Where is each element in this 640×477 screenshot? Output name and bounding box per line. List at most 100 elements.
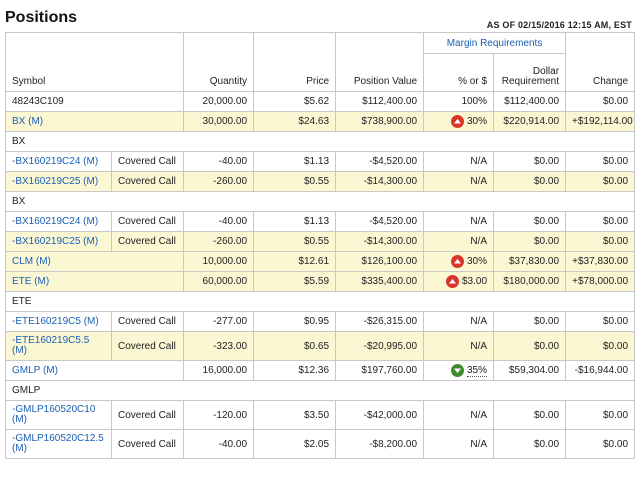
change-cell: -$16,944.00	[565, 360, 636, 381]
symbol-link[interactable]: -ETE160219C5.5 (M)	[12, 335, 89, 356]
arrow-down-icon	[451, 364, 464, 377]
table-row: GMLP (M) 16,000.00 $12.36 $197,760.00 35% $59…	[4, 360, 636, 381]
symbol-cell: GMLP (M)	[4, 360, 185, 381]
table-row: -GMLP160520C10 (M) Covered Call -120.00 $3.…	[5, 400, 636, 430]
position-value-cell: $112,400.00	[335, 91, 425, 112]
group-label: ETE	[4, 291, 636, 312]
price-cell: $0.55	[253, 231, 337, 252]
margin-pct-cell: N/A	[423, 231, 495, 252]
symbol-link[interactable]: -BX160219C25 (M)	[12, 176, 98, 187]
group-header-row: BX	[4, 131, 636, 152]
option-type: Covered Call	[110, 151, 185, 172]
table-row: CLM (M) 10,000.00 $12.61 $126,100.00 30% $37,…	[4, 251, 636, 272]
change-cell: $0.00	[565, 311, 636, 332]
quantity-cell: 16,000.00	[183, 360, 255, 381]
quantity-cell: 10,000.00	[183, 251, 255, 272]
margin-change-indicator[interactable]: 30%	[451, 115, 487, 128]
quantity-cell: -120.00	[183, 400, 255, 430]
col-position-value[interactable]: Position Value	[335, 32, 425, 92]
symbol-text: 48243C109	[12, 96, 64, 107]
symbol-cell: -BX160219C25 (M)	[5, 171, 112, 192]
change-cell: $0.00	[565, 331, 636, 361]
dollar-requirement-cell: $0.00	[493, 231, 567, 252]
col-quantity[interactable]: Quantity	[183, 32, 255, 92]
quantity-cell: -40.00	[183, 211, 255, 232]
margin-pct-cell: 30%	[423, 111, 495, 132]
quantity-cell: -260.00	[183, 231, 255, 252]
dollar-requirement-cell: $180,000.00	[493, 271, 567, 292]
price-cell: $1.13	[253, 211, 337, 232]
margin-requirements-link[interactable]: Margin Requirements	[423, 32, 567, 54]
price-cell: $0.55	[253, 171, 337, 192]
dollar-requirement-cell: $112,400.00	[493, 91, 567, 112]
margin-change-indicator[interactable]: 30%	[451, 255, 487, 268]
symbol-link[interactable]: -GMLP160520C10 (M)	[12, 404, 95, 425]
symbol-cell: -BX160219C24 (M)	[5, 151, 112, 172]
quantity-cell: -40.00	[183, 429, 255, 459]
margin-pct-cell: N/A	[423, 151, 495, 172]
col-dollar-requirement[interactable]: Dollar Requirement	[493, 53, 567, 92]
arrow-up-icon	[445, 275, 459, 288]
margin-pct-value: 30%	[467, 256, 488, 267]
margin-pct-cell: 30%	[423, 251, 495, 272]
position-value-cell: -$8,200.00	[335, 429, 425, 459]
dollar-requirement-cell: $220,914.00	[493, 111, 567, 132]
change-cell: $0.00	[565, 429, 636, 459]
group-label: BX	[4, 191, 636, 212]
group-header-row: BX	[4, 191, 636, 212]
margin-pct-cell: N/A	[423, 211, 495, 232]
symbol-link[interactable]: GMLP (M)	[12, 365, 58, 376]
position-value-cell: -$20,995.00	[335, 331, 425, 361]
option-type: Covered Call	[110, 311, 185, 332]
symbol-cell: ETE (M)	[4, 271, 185, 292]
position-value-cell: -$4,520.00	[335, 151, 425, 172]
col-price[interactable]: Price	[253, 32, 337, 92]
symbol-link[interactable]: -ETE160219C5 (M)	[12, 316, 99, 327]
arrow-up-icon	[451, 115, 464, 128]
table-row: 48243C109 20,000.00 $5.62 $112,400.00 100% $1…	[4, 91, 636, 112]
group-label: GMLP	[4, 380, 636, 401]
margin-change-indicator[interactable]: $3.00	[445, 275, 488, 288]
option-type: Covered Call	[110, 400, 185, 430]
margin-pct-value: $3.00	[461, 276, 488, 287]
symbol-cell: -GMLP160520C12.5 (M)	[5, 429, 112, 459]
table-row: -BX160219C25 (M) Covered Call -260.00 $0.55…	[5, 171, 636, 192]
margin-pct-cell: N/A	[423, 171, 495, 192]
margin-pct-cell: N/A	[423, 429, 495, 459]
quantity-cell: -40.00	[183, 151, 255, 172]
col-symbol[interactable]: Symbol	[4, 32, 185, 92]
change-cell: $0.00	[565, 151, 636, 172]
change-cell: +$78,000.00	[565, 271, 636, 292]
option-type: Covered Call	[110, 211, 185, 232]
position-value-cell: $335,400.00	[335, 271, 425, 292]
position-value-cell: $197,760.00	[335, 360, 425, 381]
col-pct-or-dollar[interactable]: % or $	[423, 53, 495, 92]
symbol-link[interactable]: -BX160219C24 (M)	[12, 156, 98, 167]
price-cell: $5.62	[253, 91, 337, 112]
symbol-link[interactable]: -BX160219C25 (M)	[12, 236, 98, 247]
col-change[interactable]: Change	[565, 32, 636, 92]
price-cell: $1.13	[253, 151, 337, 172]
margin-pct-cell: 100%	[423, 91, 495, 112]
table-row: BX (M) 30,000.00 $24.63 $738,900.00 30% $220,…	[4, 111, 636, 132]
option-type: Covered Call	[110, 231, 185, 252]
table-row: -BX160219C24 (M) Covered Call -40.00 $1.13-…	[5, 151, 636, 172]
symbol-link[interactable]: ETE (M)	[12, 276, 49, 287]
symbol-link[interactable]: -GMLP160520C12.5 (M)	[12, 433, 104, 454]
quantity-cell: 20,000.00	[183, 91, 255, 112]
positions-header: Positions AS OF 02/15/2016 12:15 AM, EST	[0, 0, 640, 32]
symbol-link[interactable]: BX (M)	[12, 116, 43, 127]
dollar-requirement-cell: $0.00	[493, 151, 567, 172]
margin-pct-value: 35%	[467, 364, 488, 377]
symbol-link[interactable]: -BX160219C24 (M)	[12, 216, 98, 227]
symbol-link[interactable]: CLM (M)	[12, 256, 51, 267]
dollar-requirement-cell: $59,304.00	[493, 360, 567, 381]
position-value-cell: -$42,000.00	[335, 400, 425, 430]
dollar-requirement-cell: $0.00	[493, 400, 567, 430]
margin-change-indicator[interactable]: 35%	[451, 364, 488, 377]
as-of-timestamp: AS OF 02/15/2016 12:15 AM, EST	[486, 20, 632, 30]
group-header-row: GMLP	[4, 380, 636, 401]
symbol-cell: -ETE160219C5.5 (M)	[5, 331, 112, 361]
position-value-cell: -$4,520.00	[335, 211, 425, 232]
price-cell: $2.05	[253, 429, 337, 459]
